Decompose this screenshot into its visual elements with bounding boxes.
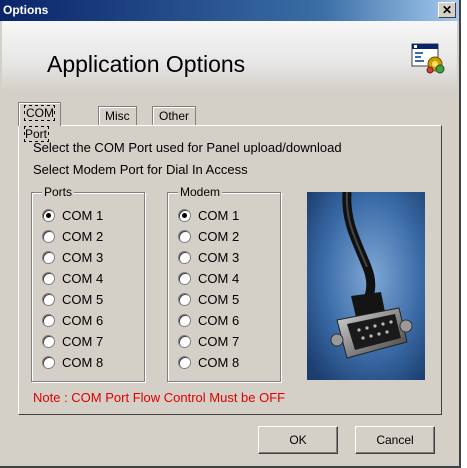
modem-port-instruction: Select Modem Port for Dial In Access: [33, 162, 248, 177]
cancel-button[interactable]: Cancel: [355, 426, 435, 454]
radio-label: COM 6: [62, 313, 104, 328]
radio-checked-icon: [42, 209, 55, 223]
radio-icon: [42, 230, 55, 244]
modem-radio-com1[interactable]: COM 1: [178, 208, 239, 224]
radio-icon: [42, 272, 55, 286]
ports-radio-com2[interactable]: COM 2: [42, 229, 103, 245]
radio-icon: [42, 335, 55, 349]
options-dialog: Options ✕ Application Options COM Port M…: [0, 0, 461, 468]
radio-icon: [178, 272, 191, 286]
ports-radio-com5[interactable]: COM 5: [42, 292, 103, 308]
modem-radio-com2[interactable]: COM 2: [178, 229, 239, 245]
ports-radio-com7[interactable]: COM 7: [42, 334, 103, 350]
modem-radio-com6[interactable]: COM 6: [178, 313, 239, 329]
ports-radio-com8[interactable]: COM 8: [42, 355, 103, 371]
modem-group-label: Modem: [178, 185, 223, 199]
radio-icon: [178, 293, 191, 307]
modem-radio-com3[interactable]: COM 3: [178, 250, 239, 266]
radio-label: COM 4: [62, 271, 104, 286]
modem-radio-com5[interactable]: COM 5: [178, 292, 239, 308]
radio-label: COM 6: [198, 313, 240, 328]
radio-label: COM 3: [62, 250, 104, 265]
radio-icon: [178, 251, 191, 265]
ports-group: Ports COM 1 COM 2 COM 3 COM 4 COM 5 COM …: [31, 185, 145, 382]
close-icon: ✕: [441, 3, 453, 17]
ports-radio-com3[interactable]: COM 3: [42, 250, 103, 266]
ports-group-label: Ports: [42, 185, 75, 199]
radio-label: COM 3: [198, 250, 240, 265]
radio-label: COM 7: [62, 334, 104, 349]
modem-radio-com7[interactable]: COM 7: [178, 334, 239, 350]
tab-label: Misc: [105, 109, 130, 123]
radio-label: COM 4: [198, 271, 240, 286]
radio-icon: [178, 314, 191, 328]
radio-icon: [178, 356, 191, 370]
radio-label: COM 5: [198, 292, 240, 307]
tab-other[interactable]: Other: [152, 106, 197, 126]
tab-misc[interactable]: Misc: [98, 106, 137, 126]
dialog-header: Application Options: [2, 21, 457, 91]
radio-label: COM 2: [62, 229, 104, 244]
ok-button[interactable]: OK: [258, 426, 338, 454]
modem-group: Modem COM 1 COM 2 COM 3 COM 4 COM 5 COM …: [167, 185, 281, 382]
radio-label: COM 8: [62, 355, 104, 370]
radio-label: COM 2: [198, 229, 240, 244]
radio-icon: [42, 293, 55, 307]
close-button[interactable]: ✕: [438, 2, 456, 18]
radio-label: COM 5: [62, 292, 104, 307]
radio-icon: [178, 230, 191, 244]
radio-icon: [42, 314, 55, 328]
flow-control-note: Note : COM Port Flow Control Must be OFF: [33, 390, 286, 405]
options-app-icon: [411, 43, 445, 74]
radio-label: COM 7: [198, 334, 240, 349]
ports-radio-com6[interactable]: COM 6: [42, 313, 103, 329]
ports-radio-com1[interactable]: COM 1: [42, 208, 103, 224]
radio-label: COM 1: [198, 208, 240, 223]
radio-icon: [42, 251, 55, 265]
ports-radio-com4[interactable]: COM 4: [42, 271, 103, 287]
radio-icon: [42, 356, 55, 370]
com-port-instruction: Select the COM Port used for Panel uploa…: [33, 140, 342, 155]
tab-com-port[interactable]: COM Port: [18, 102, 61, 142]
radio-label: COM 1: [62, 208, 104, 223]
title-bar[interactable]: Options ✕: [0, 0, 459, 21]
radio-label: COM 8: [198, 355, 240, 370]
tab-label: Other: [159, 109, 190, 123]
radio-checked-icon: [178, 209, 191, 223]
modem-radio-com4[interactable]: COM 4: [178, 271, 239, 287]
com-port-panel: Select the COM Port used for Panel uploa…: [18, 125, 442, 415]
modem-radio-com8[interactable]: COM 8: [178, 355, 239, 371]
window-title: Options: [3, 3, 49, 17]
serial-cable-icon: [307, 192, 425, 380]
header-title: Application Options: [47, 51, 246, 77]
radio-icon: [178, 335, 191, 349]
serial-cable-photo: [307, 192, 425, 380]
